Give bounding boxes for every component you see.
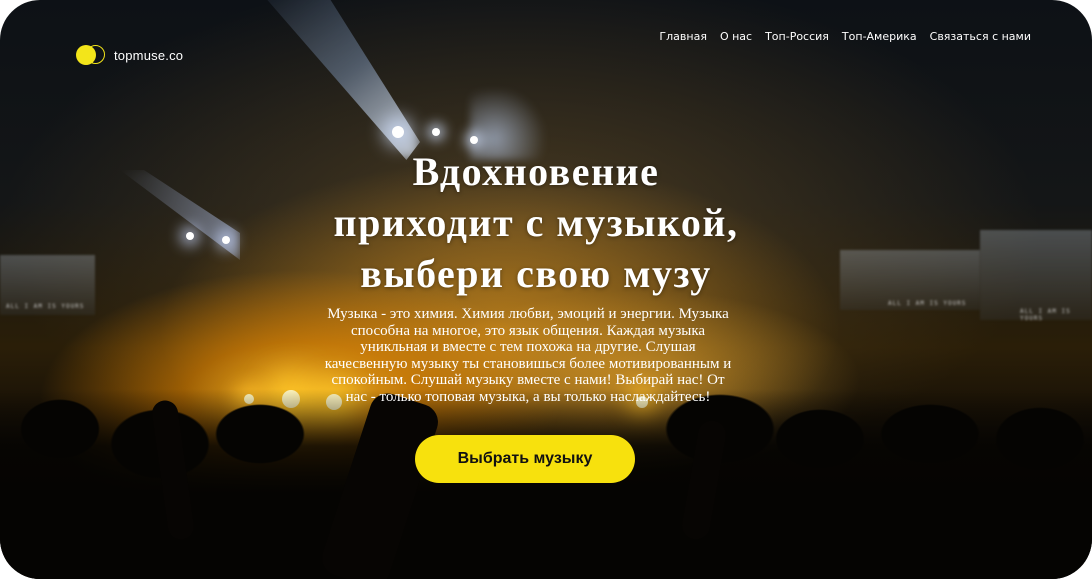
landing-page: ALL I AM IS YOURS ALL I AM IS YOURS ALL … [0, 0, 1092, 579]
screen-caption: ALL I AM IS YOURS [6, 303, 85, 310]
main-navigation: Главная О нас Топ-Россия Топ-Америка Свя… [659, 30, 1031, 43]
double-circle-logo-icon [76, 44, 108, 66]
nav-link-top-russia[interactable]: Топ-Россия [765, 30, 829, 43]
raised-hand-silhouette [150, 398, 196, 542]
nav-link-home[interactable]: Главная [659, 30, 707, 43]
brand-name: topmuse.co [114, 47, 184, 63]
choose-music-button[interactable]: Выбрать музыку [415, 435, 635, 483]
stage-spotlight [222, 236, 230, 244]
stage-video-screen: ALL I AM IS YOURS [840, 250, 980, 310]
brand-logo[interactable]: topmuse.co [76, 44, 183, 66]
hero-title-line: Вдохновение [412, 149, 660, 194]
raised-hand-silhouette [317, 388, 443, 579]
stage-video-screen: ALL I AM IS YOURS [0, 255, 95, 315]
nav-link-top-america[interactable]: Топ-Америка [842, 30, 917, 43]
screen-caption: ALL I AM IS YOURS [1020, 308, 1071, 322]
stage-spotlight [470, 136, 478, 144]
stage-spotlight [282, 390, 300, 408]
raised-hand-silhouette [679, 418, 729, 542]
crowd-silhouette [0, 389, 1092, 579]
stage-light-beam [120, 170, 240, 260]
stage-spotlight [392, 126, 404, 138]
screen-caption: ALL I AM IS YOURS [888, 300, 967, 307]
hero-title: Вдохновение приходит с музыкой, выбери с… [246, 146, 826, 299]
nav-link-about[interactable]: О нас [720, 30, 752, 43]
stage-light-beam [250, 0, 420, 160]
stage-video-screen: ALL I AM IS YOURS [980, 230, 1092, 322]
stage-spotlight [186, 232, 194, 240]
hero-title-line: приходит с музыкой, [333, 200, 739, 245]
nav-link-contact[interactable]: Связаться с нами [930, 30, 1031, 43]
hero-title-line: выбери свою музу [360, 251, 712, 296]
hero-description: Музыка - это химия. Химия любви, эмоций … [324, 306, 732, 405]
stage-spotlight [432, 128, 440, 136]
stage-spotlight [244, 394, 254, 404]
